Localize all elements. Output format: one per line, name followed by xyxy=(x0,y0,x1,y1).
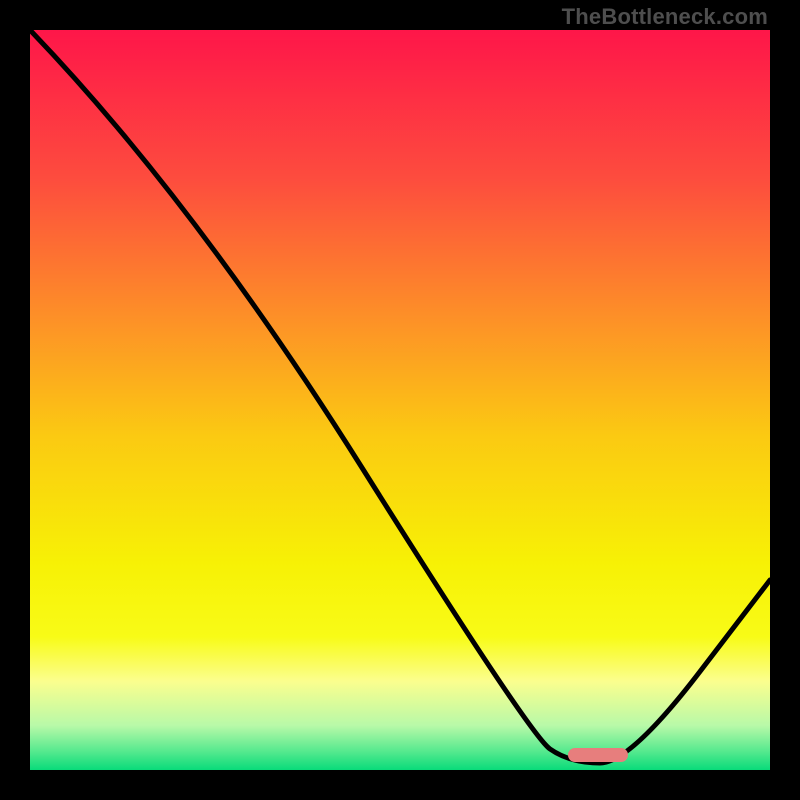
optimal-marker xyxy=(568,748,628,762)
watermark-text: TheBottleneck.com xyxy=(562,4,768,30)
bottleneck-curve xyxy=(30,30,770,770)
plot-frame xyxy=(30,30,770,770)
